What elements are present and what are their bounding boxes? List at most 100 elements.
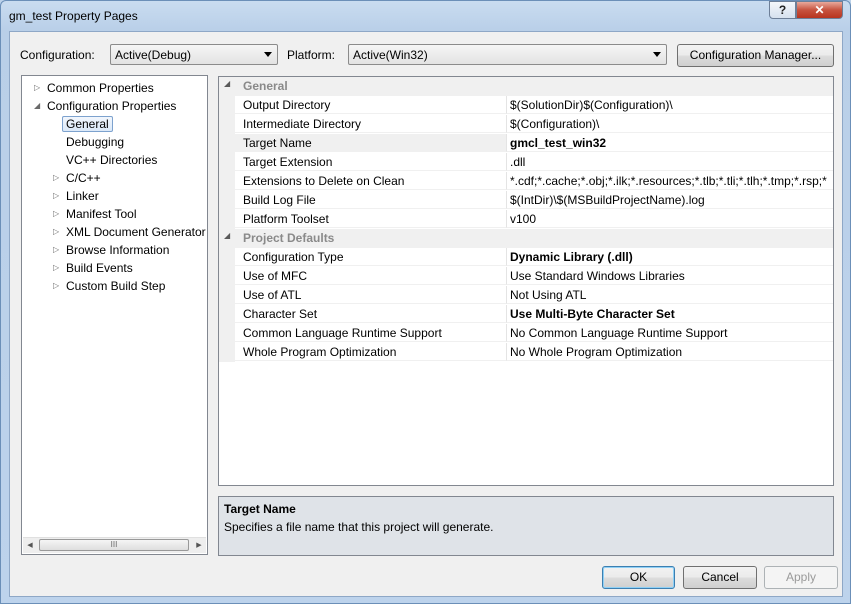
- property-row[interactable]: Character Set Use Multi-Byte Character Se…: [219, 305, 833, 324]
- category-label: General: [243, 79, 288, 93]
- property-name[interactable]: Intermediate Directory: [235, 115, 507, 133]
- expanded-arrow-icon[interactable]: ◢: [34, 97, 40, 115]
- property-row[interactable]: Use of ATL Not Using ATL: [219, 286, 833, 305]
- property-row[interactable]: Platform Toolset v100: [219, 210, 833, 229]
- property-value[interactable]: .dll: [507, 153, 833, 171]
- tree-item-label: VC++ Directories: [66, 153, 158, 167]
- row-gutter: [219, 191, 235, 210]
- property-row[interactable]: Whole Program Optimization No Whole Progr…: [219, 343, 833, 362]
- property-name[interactable]: Character Set: [235, 305, 507, 323]
- property-value[interactable]: Use Multi-Byte Character Set: [507, 305, 833, 323]
- configuration-value: Active(Debug): [115, 48, 192, 62]
- row-gutter: [219, 134, 235, 153]
- tree-item-configuration-properties[interactable]: ◢ Configuration Properties: [34, 97, 177, 115]
- property-name[interactable]: Target Name: [235, 134, 507, 152]
- property-row[interactable]: Build Log File $(IntDir)\$(MSBuildProject…: [219, 191, 833, 210]
- chevron-down-icon: [264, 52, 272, 57]
- tree-item-general[interactable]: General: [62, 115, 113, 133]
- property-value[interactable]: Dynamic Library (.dll): [507, 248, 833, 266]
- property-value[interactable]: No Common Language Runtime Support: [507, 324, 833, 342]
- collapsed-arrow-icon[interactable]: ▷: [53, 223, 59, 241]
- tree-item-manifest-tool[interactable]: ▷ Manifest Tool: [53, 205, 136, 223]
- ok-button[interactable]: OK: [602, 566, 675, 589]
- scroll-left-icon[interactable]: ◀: [23, 538, 37, 553]
- close-button[interactable]: ✕: [796, 1, 843, 19]
- collapsed-arrow-icon[interactable]: ▷: [53, 169, 59, 187]
- tree-item-debugging[interactable]: Debugging: [66, 133, 124, 151]
- dialog-client-area: Configuration: Active(Debug) Platform: A…: [9, 31, 843, 597]
- cancel-button[interactable]: Cancel: [683, 566, 757, 589]
- category-row[interactable]: ◢ General: [219, 77, 833, 96]
- row-gutter: [219, 153, 235, 172]
- property-tree[interactable]: ▷ Common Properties ◢ Configuration Propert…: [21, 75, 208, 555]
- collapse-arrow-icon[interactable]: ◢: [224, 231, 230, 240]
- scroll-thumb[interactable]: III: [39, 539, 189, 551]
- platform-value: Active(Win32): [353, 48, 428, 62]
- tree-item-xml-document-generator[interactable]: ▷ XML Document Generator: [53, 223, 206, 241]
- property-value[interactable]: $(IntDir)\$(MSBuildProjectName).log: [507, 191, 833, 209]
- tree-item-browse-information[interactable]: ▷ Browse Information: [53, 241, 170, 259]
- tree-item-label: Common Properties: [47, 81, 154, 95]
- tree-item-c-c-[interactable]: ▷ C/C++: [53, 169, 101, 187]
- tree-item-label: C/C++: [66, 171, 101, 185]
- property-name[interactable]: Configuration Type: [235, 248, 507, 266]
- row-gutter: [219, 324, 235, 343]
- tree-item-build-events[interactable]: ▷ Build Events: [53, 259, 133, 277]
- window-title: gm_test Property Pages: [9, 9, 138, 23]
- property-row[interactable]: Common Language Runtime Support No Common…: [219, 324, 833, 343]
- property-row[interactable]: Target Name gmcl_test_win32: [219, 134, 833, 153]
- tree-horizontal-scrollbar[interactable]: ◀ III ▶: [23, 537, 206, 553]
- configuration-dropdown[interactable]: Active(Debug): [110, 44, 278, 65]
- property-value[interactable]: v100: [507, 210, 833, 228]
- category-row[interactable]: ◢ Project Defaults: [219, 229, 833, 248]
- property-name[interactable]: Whole Program Optimization: [235, 343, 507, 361]
- row-gutter: [219, 286, 235, 305]
- tree-item-label: Build Events: [66, 261, 133, 275]
- configuration-label: Configuration:: [20, 48, 95, 62]
- row-gutter: [219, 172, 235, 191]
- property-name[interactable]: Build Log File: [235, 191, 507, 209]
- property-row[interactable]: Configuration Type Dynamic Library (.dll): [219, 248, 833, 267]
- property-name[interactable]: Use of ATL: [235, 286, 507, 304]
- tree-item-label: Configuration Properties: [47, 99, 177, 113]
- property-row[interactable]: Target Extension .dll: [219, 153, 833, 172]
- property-name[interactable]: Use of MFC: [235, 267, 507, 285]
- property-value[interactable]: Not Using ATL: [507, 286, 833, 304]
- row-gutter: [219, 305, 235, 324]
- collapse-arrow-icon[interactable]: ◢: [224, 79, 230, 88]
- property-value[interactable]: *.cdf;*.cache;*.obj;*.ilk;*.resources;*.…: [507, 172, 833, 190]
- property-name[interactable]: Target Extension: [235, 153, 507, 171]
- property-row[interactable]: Intermediate Directory $(Configuration)\: [219, 115, 833, 134]
- property-name[interactable]: Common Language Runtime Support: [235, 324, 507, 342]
- property-value[interactable]: Use Standard Windows Libraries: [507, 267, 833, 285]
- tree-item-label: Browse Information: [66, 243, 170, 257]
- configuration-manager-button[interactable]: Configuration Manager...: [677, 44, 834, 67]
- tree-item-vc-directories[interactable]: VC++ Directories: [66, 151, 157, 169]
- title-bar[interactable]: gm_test Property Pages ? ✕: [1, 1, 850, 31]
- collapsed-arrow-icon[interactable]: ▷: [53, 259, 59, 277]
- property-name[interactable]: Extensions to Delete on Clean: [235, 172, 507, 190]
- property-value[interactable]: No Whole Program Optimization: [507, 343, 833, 361]
- apply-button[interactable]: Apply: [764, 566, 838, 589]
- property-row[interactable]: Output Directory $(SolutionDir)$(Configur…: [219, 96, 833, 115]
- property-value[interactable]: $(Configuration)\: [507, 115, 833, 133]
- property-name[interactable]: Output Directory: [235, 96, 507, 114]
- property-name[interactable]: Platform Toolset: [235, 210, 507, 228]
- tree-item-linker[interactable]: ▷ Linker: [53, 187, 99, 205]
- property-row[interactable]: Extensions to Delete on Clean *.cdf;*.cac…: [219, 172, 833, 191]
- help-button[interactable]: ?: [769, 1, 796, 19]
- platform-dropdown[interactable]: Active(Win32): [348, 44, 667, 65]
- collapsed-arrow-icon[interactable]: ▷: [53, 277, 59, 295]
- collapsed-arrow-icon[interactable]: ▷: [34, 79, 40, 97]
- tree-item-common-properties[interactable]: ▷ Common Properties: [34, 79, 154, 97]
- property-pages-window: gm_test Property Pages ? ✕ Configuration…: [0, 0, 851, 604]
- scroll-right-icon[interactable]: ▶: [192, 538, 206, 553]
- collapsed-arrow-icon[interactable]: ▷: [53, 241, 59, 259]
- collapsed-arrow-icon[interactable]: ▷: [53, 187, 59, 205]
- property-row[interactable]: Use of MFC Use Standard Windows Libraries: [219, 267, 833, 286]
- collapsed-arrow-icon[interactable]: ▷: [53, 205, 59, 223]
- property-value[interactable]: gmcl_test_win32: [507, 134, 833, 152]
- row-gutter: [219, 343, 235, 362]
- property-value[interactable]: $(SolutionDir)$(Configuration)\: [507, 96, 833, 114]
- tree-item-custom-build-step[interactable]: ▷ Custom Build Step: [53, 277, 165, 295]
